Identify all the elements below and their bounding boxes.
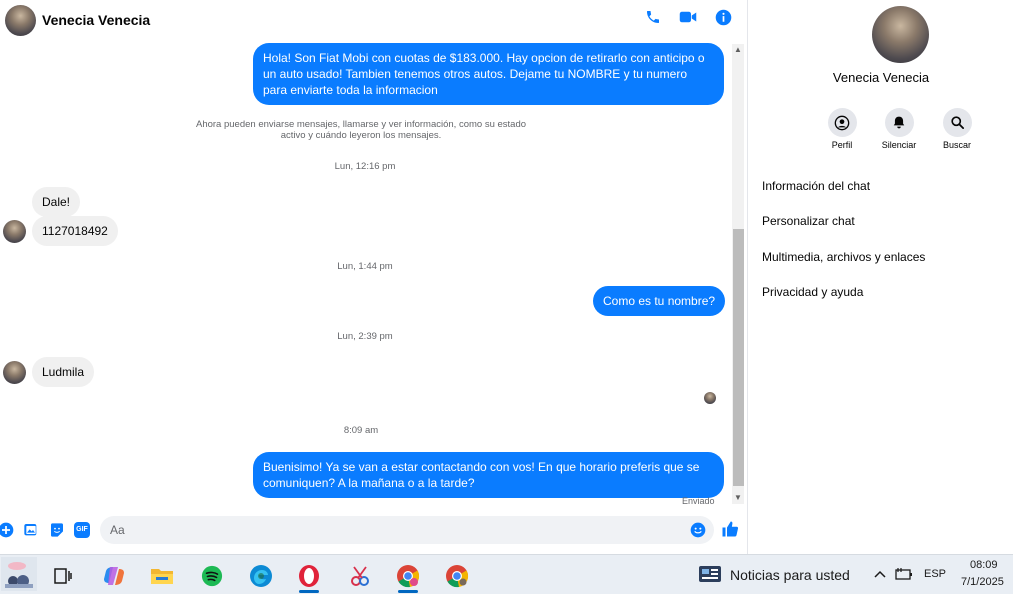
opera-icon[interactable] — [291, 559, 327, 593]
mute-action[interactable]: Silenciar — [874, 108, 924, 150]
file-explorer-icon[interactable] — [144, 559, 180, 593]
plus-icon[interactable] — [0, 522, 14, 538]
profile-label: Perfil — [831, 140, 853, 150]
profile-action[interactable]: Perfil — [817, 108, 867, 150]
phone-icon[interactable] — [644, 8, 662, 26]
menu-customize-chat[interactable]: Personalizar chat — [762, 214, 855, 228]
task-view-icon[interactable] — [45, 559, 81, 593]
message-input[interactable] — [110, 523, 680, 537]
contact-name[interactable]: Venecia Venecia — [42, 12, 150, 28]
message-status: Enviado — [682, 496, 715, 506]
mute-label: Silenciar — [881, 140, 917, 150]
timestamp: Lun, 12:16 pm — [334, 161, 396, 172]
incoming-message[interactable]: Ludmila — [32, 357, 95, 387]
spotify-icon[interactable] — [194, 559, 230, 593]
sticker-icon[interactable] — [49, 522, 65, 538]
edge-icon[interactable] — [243, 559, 279, 593]
incoming-message[interactable]: 1127018492 — [32, 216, 118, 246]
incoming-message[interactable]: Dale! — [32, 187, 81, 217]
like-icon[interactable] — [721, 520, 739, 538]
chat-header: Venecia Venecia — [0, 0, 748, 40]
news-label[interactable]: Noticias para usted — [730, 567, 850, 583]
scroll-up-arrow[interactable]: ▲ — [732, 44, 744, 56]
menu-privacy-help[interactable]: Privacidad y ayuda — [762, 285, 863, 299]
search-action[interactable]: Buscar — [932, 108, 982, 150]
contact-avatar-small — [3, 220, 26, 243]
contact-avatar[interactable] — [5, 4, 36, 36]
bell-icon[interactable] — [884, 108, 914, 137]
outgoing-message[interactable]: Buenisimo! Ya se van a estar contactando… — [253, 452, 724, 498]
header-actions — [644, 8, 732, 26]
chrome-icon[interactable] — [390, 559, 426, 593]
news-icon[interactable] — [698, 565, 722, 583]
search-label: Buscar — [942, 140, 971, 150]
chat-info-panel: Venecia Venecia Perfil Silenciar Buscar … — [749, 0, 1013, 554]
menu-chat-info[interactable]: Información del chat — [762, 179, 870, 193]
outgoing-message[interactable]: Como es tu nombre? — [593, 286, 726, 316]
message-input-box[interactable] — [100, 516, 714, 544]
search-icon[interactable] — [942, 108, 972, 137]
outgoing-message[interactable]: Hola! Son Fiat Mobi con cuotas de $183.0… — [253, 43, 724, 105]
message-list: Hola! Son Fiat Mobi con cuotas de $183.0… — [0, 40, 730, 510]
emoji-icon[interactable] — [690, 522, 706, 538]
composer: GIF — [0, 514, 748, 548]
menu-media-files[interactable]: Multimedia, archivos y enlaces — [762, 250, 925, 264]
copilot-icon[interactable] — [96, 559, 132, 593]
system-notice: Ahora pueden enviarse mensajes, llamarse… — [195, 119, 527, 141]
timestamp: Lun, 1:44 pm — [337, 261, 393, 272]
image-icon[interactable] — [23, 522, 39, 538]
profile-name: Venecia Venecia — [832, 70, 930, 85]
profile-icon[interactable] — [827, 108, 857, 137]
timestamp: Lun, 2:39 pm — [337, 331, 393, 342]
read-receipt-avatar — [704, 392, 716, 404]
chat-pane: Venecia Venecia Hola! Son Fiat Mobi con … — [0, 0, 748, 554]
timestamp: 8:09 am — [343, 425, 379, 436]
video-icon[interactable] — [679, 8, 697, 26]
scroll-down-arrow[interactable]: ▼ — [732, 492, 744, 504]
chevron-up-icon[interactable] — [873, 567, 887, 581]
gif-icon[interactable]: GIF — [74, 522, 90, 538]
profile-avatar — [872, 6, 929, 63]
scroll-thumb[interactable] — [733, 229, 744, 486]
scrollbar[interactable]: ▲ ▼ — [732, 44, 744, 504]
battery-icon[interactable] — [895, 567, 913, 581]
info-icon[interactable] — [714, 8, 732, 26]
chrome-alt-icon[interactable] — [439, 559, 475, 593]
snipping-icon[interactable] — [342, 559, 378, 593]
clock-date[interactable]: 7/1/2025 — [961, 576, 1004, 588]
clock-time[interactable]: 08:09 — [970, 559, 998, 571]
taskbar: Noticias para usted ESP 08:09 7/1/2025 — [0, 554, 1013, 594]
language-indicator[interactable]: ESP — [924, 568, 946, 580]
widgets-icon[interactable] — [0, 557, 38, 591]
contact-avatar-small — [3, 361, 26, 384]
